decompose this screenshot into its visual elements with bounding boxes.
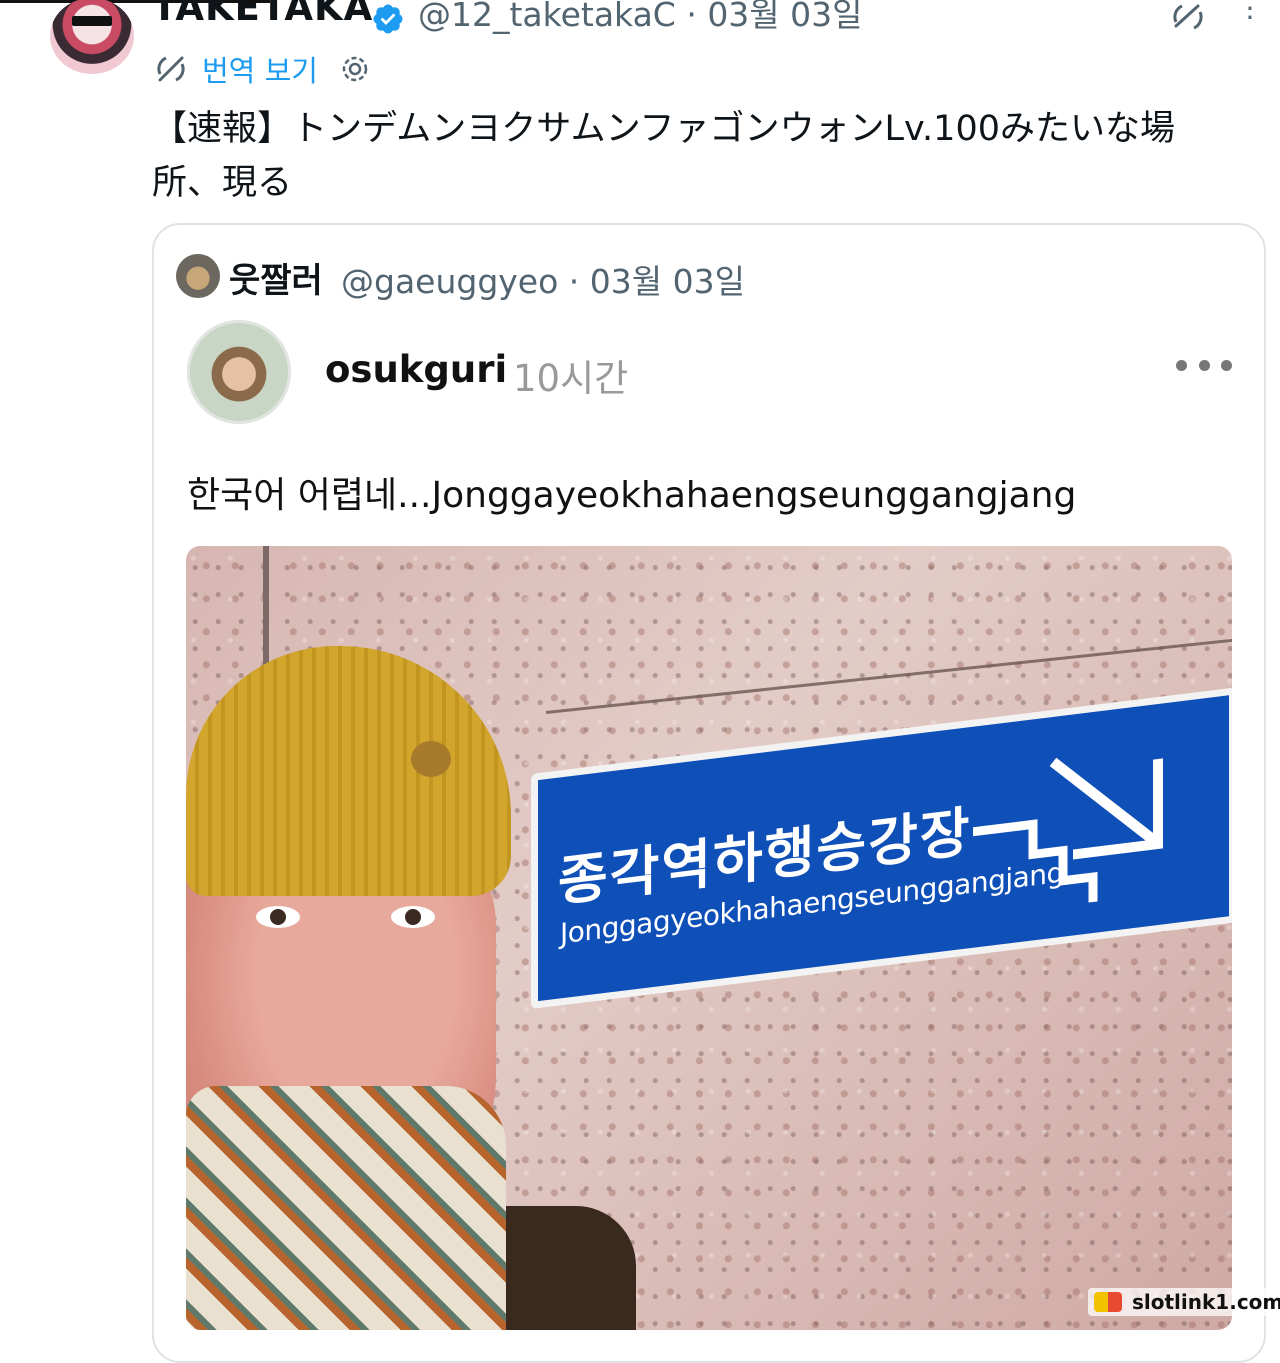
verified-badge-icon: [373, 4, 403, 34]
watermark-text: slotlink1.com: [1132, 1290, 1280, 1314]
stairs-down-arrow-icon: [973, 757, 1163, 903]
more-vertical-icon[interactable]: · ·: [1240, 0, 1260, 32]
gear-icon[interactable]: [340, 54, 370, 84]
translate-row[interactable]: 번역 보기: [154, 50, 370, 88]
author-name[interactable]: TAKETAKA: [152, 0, 373, 29]
knit-scarf: [186, 1086, 506, 1330]
more-horizontal-icon: [1176, 360, 1232, 374]
author-handle-date[interactable]: @12_taketakaC · 03월 03일: [418, 0, 863, 36]
embedded-avatar: [187, 320, 291, 424]
grok-icon[interactable]: [1168, 0, 1208, 34]
quote-handle-date[interactable]: @gaeuggyeo · 03월 03일: [341, 255, 745, 303]
embedded-time: 10시간: [513, 357, 629, 400]
quote-author-avatar[interactable]: [176, 254, 220, 298]
person-selfie: [186, 646, 636, 1330]
yellow-beanie: [186, 646, 511, 896]
translate-icon: [157, 56, 185, 82]
embedded-username: osukguri: [325, 348, 508, 391]
embedded-text: 한국어 어렵네...Jonggayeokhahaengseunggangjang: [187, 475, 1077, 516]
author-avatar[interactable]: [50, 0, 134, 74]
watermark-logo-icon: [1094, 1292, 1122, 1312]
watermark: slotlink1.com: [1088, 1288, 1280, 1316]
station-sign: 종각역하행승강장 Jonggagyeokhahaengseunggangjang: [531, 687, 1232, 1009]
quote-author-name[interactable]: 웃짤러: [229, 253, 323, 302]
tweet-text: 【速報】トンデムンヨクサムンファゴンウォンLv.100みたいな場所、現る: [152, 109, 1175, 203]
post-photo[interactable]: 종각역하행승강장 Jonggagyeokhahaengseunggangjang: [186, 546, 1232, 1330]
translate-button[interactable]: 번역 보기: [202, 48, 318, 90]
